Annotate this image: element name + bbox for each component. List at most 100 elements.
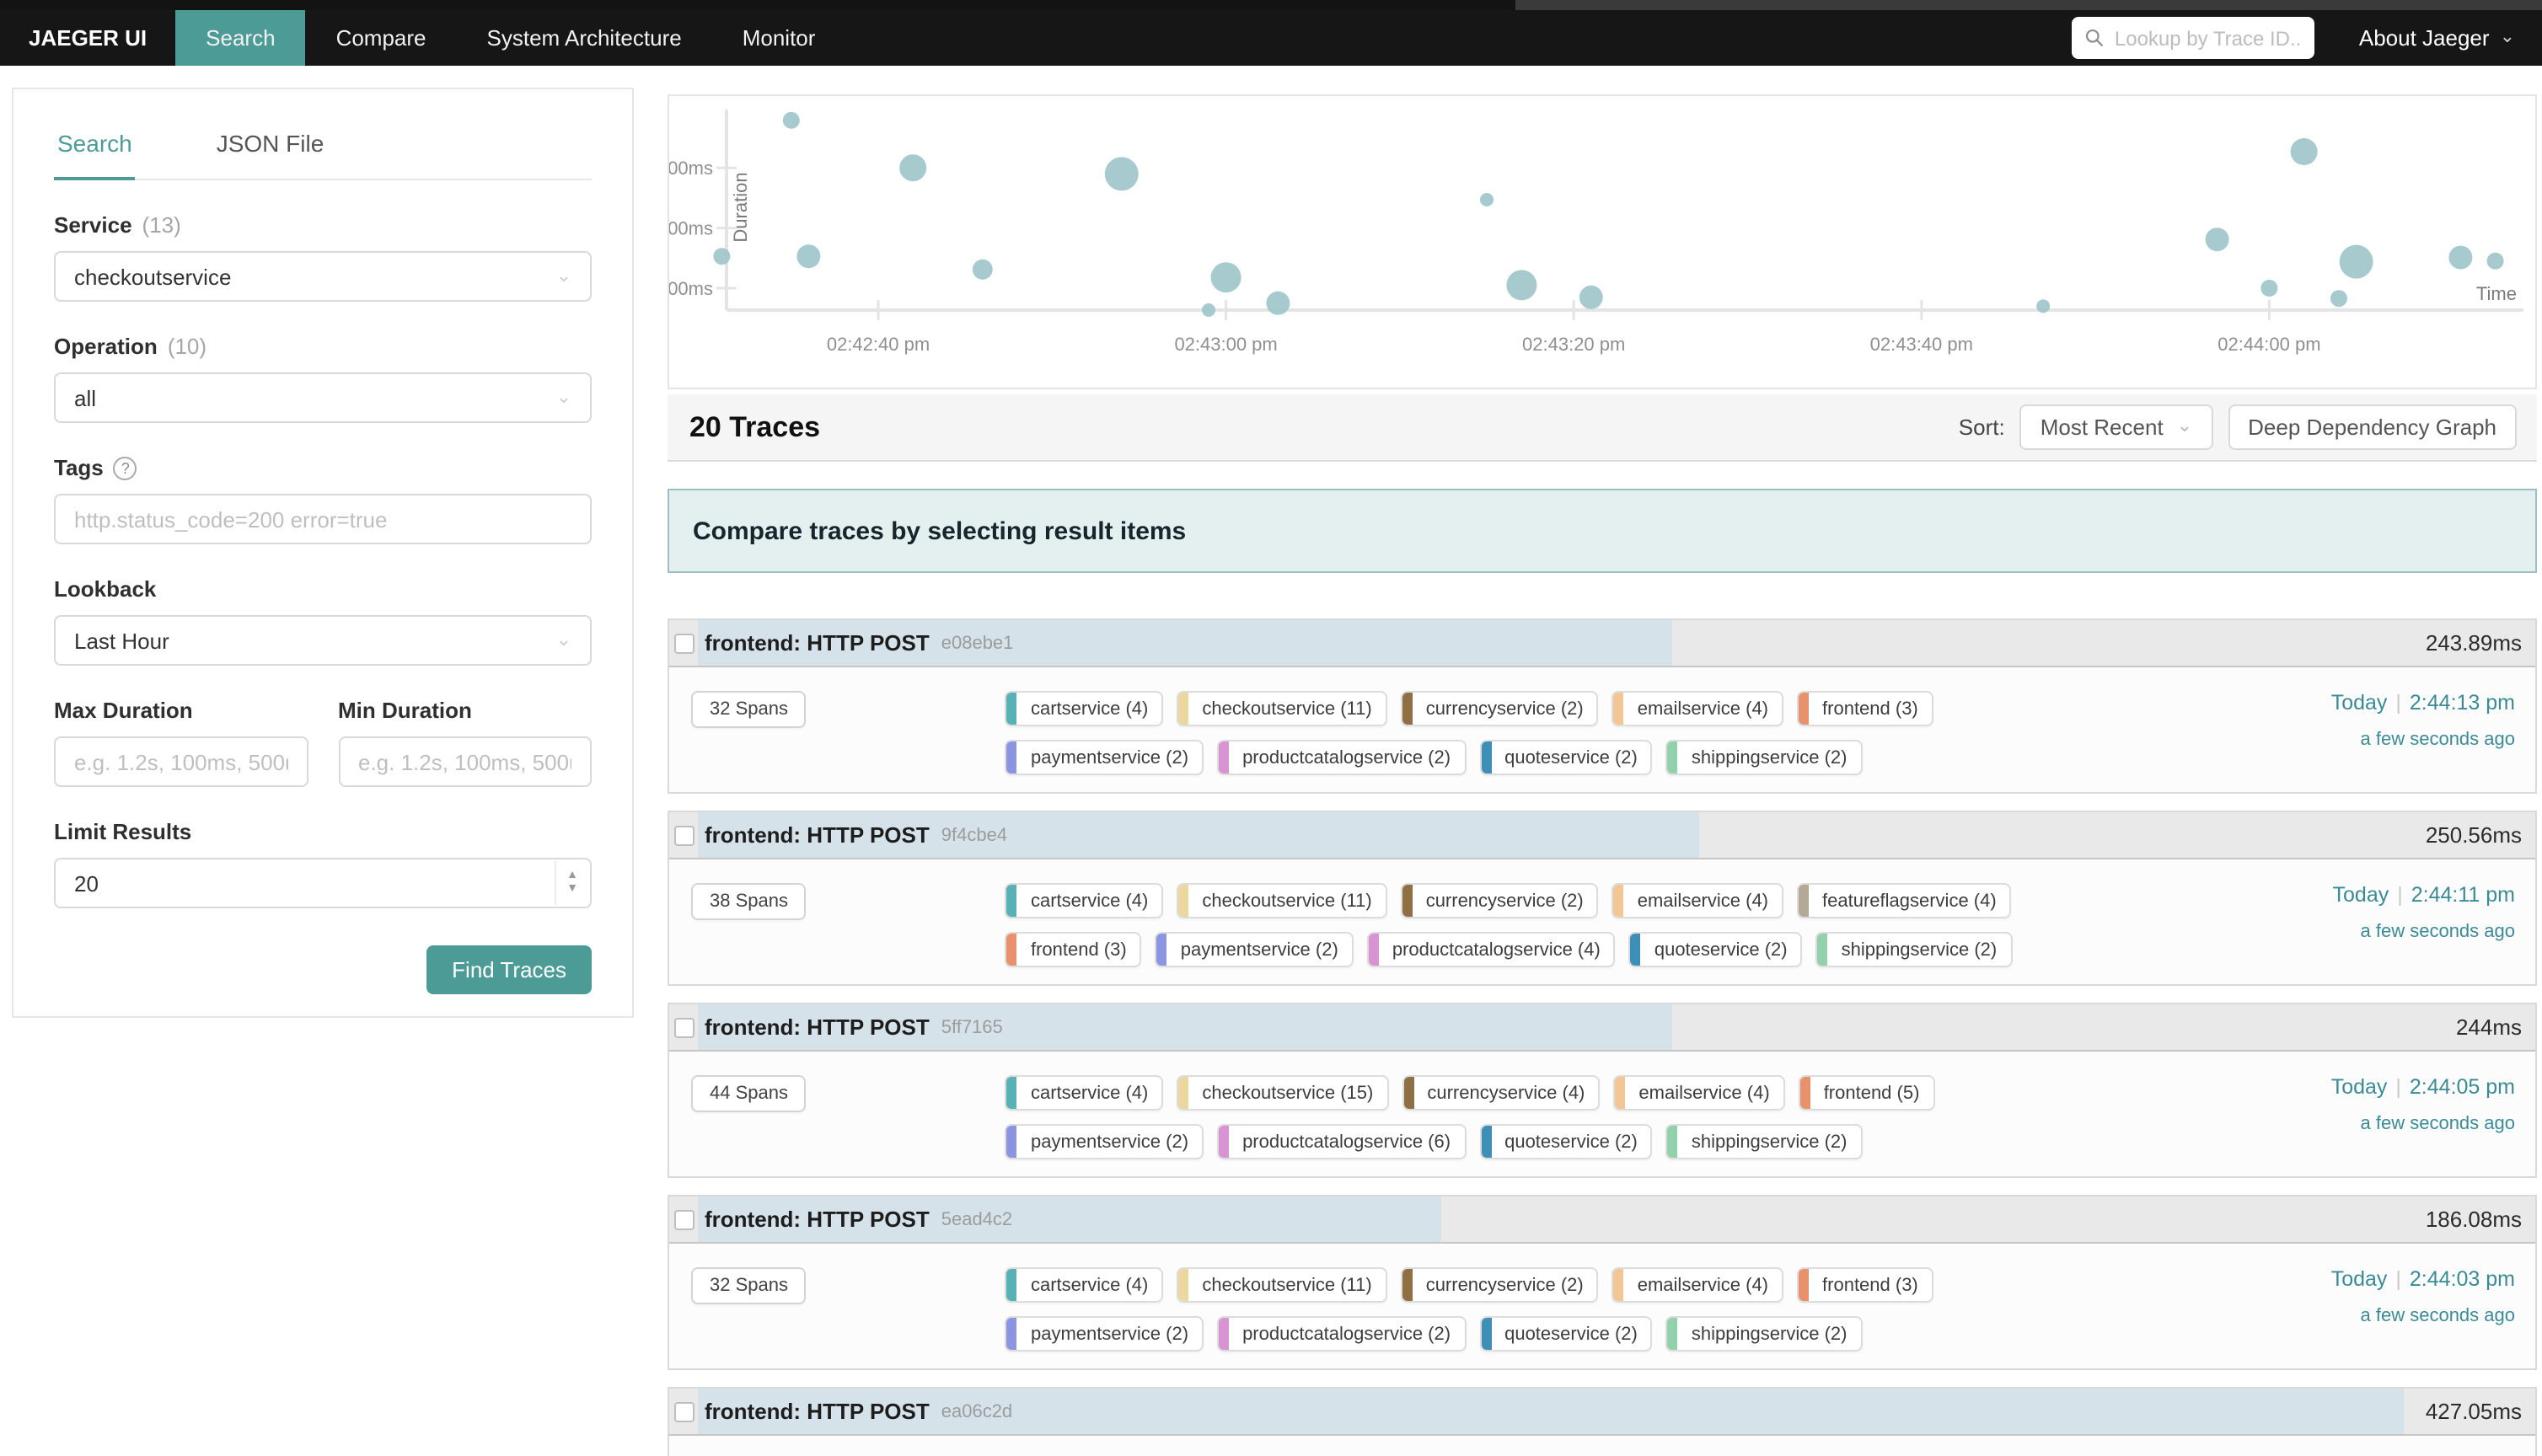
y-tick-label: 300ms — [669, 218, 713, 239]
trace-bubble[interactable] — [2448, 246, 2472, 270]
span-count-chip: 44 Spans — [691, 1075, 807, 1112]
service-tag: shippingservice (2) — [1816, 932, 2013, 967]
span-count-chip: 32 Spans — [691, 1267, 807, 1304]
service-color-bar — [1481, 1126, 1491, 1158]
service-tag: emailservice (4) — [1612, 1267, 1783, 1303]
trace-bubble[interactable] — [1480, 193, 1494, 206]
trace-bubble[interactable] — [2260, 280, 2277, 297]
trace-bubble[interactable] — [1202, 303, 1215, 317]
trace-bubble[interactable] — [796, 244, 820, 268]
sort-select[interactable]: Most Recent ⌄ — [2020, 404, 2212, 450]
min-duration-input[interactable] — [358, 749, 571, 774]
trace-bubble[interactable] — [783, 112, 800, 129]
trace-link-header[interactable]: frontend: HTTP POSTe08ebe1243.89ms — [669, 620, 2535, 667]
trace-select-checkbox[interactable] — [673, 1401, 694, 1421]
trace-link-header[interactable]: frontend: HTTP POSTea06c2d427.05ms — [669, 1389, 2535, 1436]
nav-item-search[interactable]: Search — [175, 10, 305, 66]
service-tag-list: cartservice (4)checkoutservice (15)curre… — [1006, 1075, 2098, 1159]
trace-bubble[interactable] — [2330, 290, 2347, 307]
service-field: Service(13) checkoutservice ⌄ — [54, 212, 592, 302]
tab-json-file[interactable]: JSON File — [213, 120, 328, 179]
trace-time: 2:44:03 pm — [2410, 1267, 2515, 1291]
trace-bubble[interactable] — [973, 260, 993, 280]
nav-item-monitor[interactable]: Monitor — [712, 10, 846, 66]
service-color-bar — [1631, 934, 1641, 966]
service-select-value: checkoutservice — [74, 264, 231, 289]
chevron-down-icon: ⌄ — [556, 631, 571, 650]
service-tag: frontend (3) — [1797, 691, 1933, 726]
duration-scatter-chart[interactable]: 200ms300ms400ms02:42:40 pm02:43:00 pm02:… — [668, 94, 2537, 389]
max-duration-input[interactable] — [74, 749, 287, 774]
trace-lookup-input[interactable] — [2115, 26, 2302, 50]
lookback-select[interactable]: Last Hour ⌄ — [54, 615, 592, 666]
stepper-down-icon[interactable]: ▼ — [566, 883, 578, 897]
find-traces-button[interactable]: Find Traces — [426, 945, 592, 994]
tags-input[interactable] — [74, 506, 571, 532]
trace-result-row: frontend: HTTP POST5ff7165244ms 44 Spans c… — [668, 1003, 2537, 1178]
service-color-bar — [1157, 934, 1167, 966]
trace-select-checkbox[interactable] — [673, 825, 694, 845]
limit-results-input[interactable] — [74, 870, 571, 896]
about-jaeger-menu[interactable]: About Jaeger ⌄ — [2359, 25, 2515, 51]
service-color-bar — [1402, 1269, 1413, 1301]
trace-time-line: Today|2:44:05 pm — [2331, 1075, 2515, 1099]
service-tag: shippingservice (2) — [1666, 740, 1863, 775]
x-tick-label: 02:43:20 pm — [1522, 334, 1625, 355]
trace-bubble[interactable] — [2036, 299, 2050, 313]
separator: | — [2387, 691, 2410, 715]
trace-link-header[interactable]: frontend: HTTP POST9f4cbe4250.56ms — [669, 812, 2535, 859]
trace-time-line: Today|2:44:03 pm — [2331, 1267, 2515, 1291]
trace-bubble[interactable] — [899, 154, 926, 181]
trace-id: ea06c2d — [941, 1401, 1012, 1421]
service-tag-label: paymentservice (2) — [1017, 741, 1202, 774]
x-tick-label: 02:43:40 pm — [1870, 334, 1973, 355]
trace-bubble[interactable] — [2340, 245, 2373, 279]
trace-bubble[interactable] — [1105, 157, 1139, 190]
nav-item-compare[interactable]: Compare — [306, 10, 457, 66]
trace-bubble[interactable] — [1211, 262, 1242, 292]
number-stepper[interactable]: ▲ ▼ — [555, 861, 588, 905]
trace-result-row: frontend: HTTP POSTea06c2d427.05ms38 Spa… — [668, 1387, 2537, 1456]
trace-bubble[interactable] — [2291, 138, 2318, 165]
service-tag-label: shippingservice (2) — [1678, 741, 1861, 774]
help-icon[interactable]: ? — [114, 456, 137, 479]
service-tag: currencyservice (2) — [1401, 883, 1599, 918]
trace-bubble[interactable] — [1506, 270, 1536, 300]
trace-link-header[interactable]: frontend: HTTP POST5ead4c2186.08ms — [669, 1196, 2535, 1244]
trace-time: 2:44:05 pm — [2410, 1075, 2515, 1099]
trace-link-header[interactable]: frontend: HTTP POST5ff7165244ms — [669, 1004, 2535, 1052]
trace-date: Today — [2331, 691, 2388, 715]
trace-duration: 243.89ms — [2426, 630, 2535, 656]
trace-bubble[interactable] — [2487, 253, 2504, 270]
tags-label: Tags? — [54, 455, 592, 480]
service-color-bar — [1668, 1126, 1678, 1158]
stepper-up-icon[interactable]: ▲ — [566, 869, 578, 883]
service-tag-label: cartservice (4) — [1017, 885, 1161, 917]
service-color-bar — [1799, 693, 1809, 725]
trace-select-checkbox[interactable] — [673, 633, 694, 653]
operation-field: Operation(10) all ⌄ — [54, 334, 592, 423]
trace-bubble[interactable] — [2206, 228, 2229, 251]
trace-timestamp: Today|2:44:13 pma few seconds ago — [2331, 691, 2515, 750]
service-select[interactable]: checkoutservice ⌄ — [54, 251, 592, 302]
trace-bubble[interactable] — [1266, 292, 1290, 315]
trace-select-checkbox[interactable] — [673, 1017, 694, 1037]
trace-select-checkbox[interactable] — [673, 1209, 694, 1229]
service-tag: emailservice (4) — [1613, 1075, 1784, 1111]
min-duration-label: Min Duration — [338, 698, 592, 723]
service-tag-list: cartservice (4)checkoutservice (11)curre… — [1006, 691, 2098, 775]
tab-search[interactable]: Search — [54, 120, 136, 180]
operation-label: Operation(10) — [54, 334, 592, 359]
min-duration-field: Min Duration — [338, 698, 592, 787]
operation-select[interactable]: all ⌄ — [54, 372, 592, 423]
deep-dependency-graph-button[interactable]: Deep Dependency Graph — [2228, 404, 2517, 450]
service-color-bar — [1219, 741, 1229, 774]
trace-bubble[interactable] — [1579, 286, 1603, 309]
nav-item-system-architecture[interactable]: System Architecture — [457, 10, 712, 66]
app-logo[interactable]: JAEGER UI — [0, 10, 175, 66]
trace-timestamp: Today|2:44:05 pma few seconds ago — [2331, 1075, 2515, 1134]
checkbox-cell — [669, 633, 698, 653]
service-tag-label: productcatalogservice (2) — [1229, 741, 1464, 774]
trace-bubble[interactable] — [713, 248, 730, 265]
service-tag: cartservice (4) — [1006, 1075, 1163, 1111]
